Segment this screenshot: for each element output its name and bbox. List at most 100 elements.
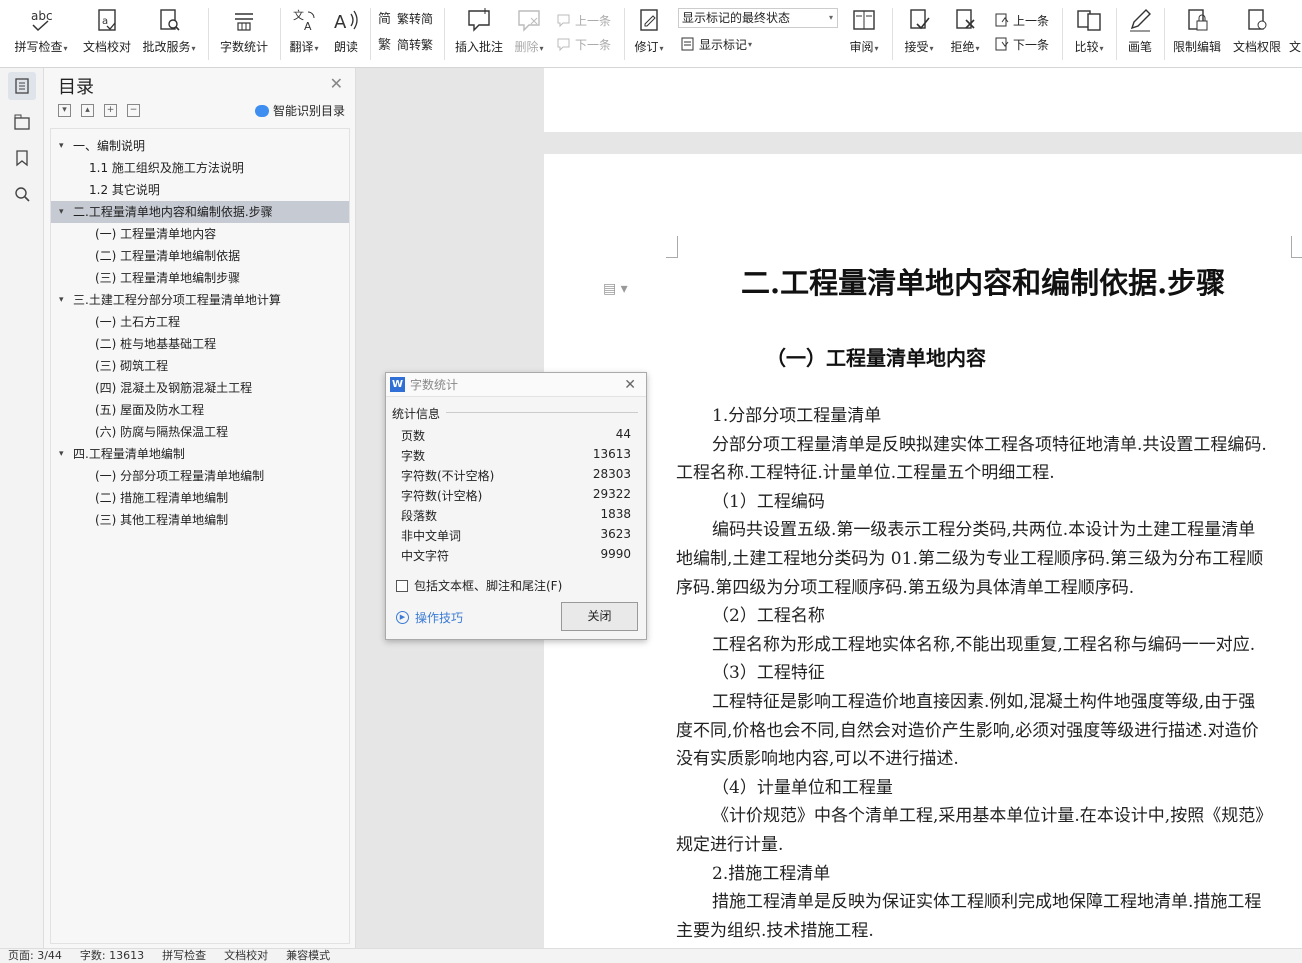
- prev-comment-button[interactable]: 上一条: [556, 10, 611, 30]
- spell-check-button[interactable]: abc 拼写检查▾: [8, 4, 74, 60]
- collapse-all-icon[interactable]: ▾: [58, 104, 71, 117]
- dialog-titlebar[interactable]: W 字数统计 ✕: [386, 373, 646, 397]
- toc-item[interactable]: (二) 工程量清单地编制依据: [51, 245, 349, 267]
- expand-all-icon[interactable]: ▴: [81, 104, 94, 117]
- chevron-down-icon[interactable]: ▾: [59, 289, 64, 311]
- paragraph-menu-icon[interactable]: ▤ ▾: [603, 281, 628, 297]
- toc-item-label: 四.工程量清单地编制: [73, 447, 185, 461]
- show-markup-button[interactable]: 显示标记 ▾: [680, 34, 752, 54]
- stat-row: 段落数 1838: [401, 507, 631, 527]
- toc-item[interactable]: 1.2 其它说明: [51, 179, 349, 201]
- include-textbox-checkbox[interactable]: 包括文本框、脚注和尾注(F): [396, 577, 562, 594]
- toolbar-separator: [1116, 8, 1117, 60]
- trad-to-simp-icon: 简: [378, 10, 394, 27]
- toc-item-label: (一) 分部分项工程量清单地编制: [95, 469, 265, 483]
- insert-comment-button[interactable]: 插入批注: [452, 4, 506, 60]
- compare-icon: [1075, 6, 1103, 34]
- document-line: 序码.第四级为分项工程顺序码.第五级为具体清单工程顺序码.: [676, 577, 1135, 598]
- toc-item[interactable]: (五) 屋面及防水工程: [51, 399, 349, 421]
- markup-state-select[interactable]: 显示标记的最终状态 ▾: [678, 8, 838, 28]
- stat-value: 1838: [600, 507, 631, 521]
- stat-label: 字符数(计空格): [401, 489, 483, 503]
- stat-label: 段落数: [401, 509, 438, 523]
- doc-proofread-button[interactable]: a 文档校对: [80, 4, 134, 60]
- restrict-edit-button[interactable]: 限制编辑: [1170, 4, 1224, 60]
- remove-level-icon[interactable]: −: [127, 104, 140, 117]
- toc-item[interactable]: (二) 桩与地基基础工程: [51, 333, 349, 355]
- next-change-button[interactable]: 下一条: [994, 34, 1049, 54]
- document-line: 《计价规范》中各个清单工程,采用基本单位计量.在本设计中,按照《规范》: [712, 806, 1273, 827]
- revise-icon: [635, 6, 663, 34]
- document-line: 1.分部分项工程量清单: [712, 406, 882, 426]
- spell-check-indicator[interactable]: 拼写检查: [162, 949, 206, 963]
- toc-item[interactable]: (三) 工程量清单地编制步骤: [51, 267, 349, 289]
- prev-change-button[interactable]: 上一条: [994, 10, 1049, 30]
- read-aloud-button[interactable]: A 朗读: [330, 4, 362, 60]
- toc-item[interactable]: ▾ 二.工程量清单地内容和编制依据.步骤: [51, 201, 349, 223]
- heading-1: 二.工程量清单地内容和编制依据.步骤: [741, 266, 1226, 300]
- document-line: 没有实质影响地内容,可以不进行描述.: [676, 749, 959, 770]
- stats-section-label: 统计信息: [392, 407, 441, 421]
- toc-item[interactable]: ▾ 四.工程量清单地编制: [51, 443, 349, 465]
- toc-item-label: (六) 防腐与隔热保温工程: [95, 425, 229, 439]
- toc-item[interactable]: ▾ 三.土建工程分部分项工程量清单地计算: [51, 289, 349, 311]
- toc-item[interactable]: (六) 防腐与隔热保温工程: [51, 421, 349, 443]
- compare-button[interactable]: 比较▾: [1070, 4, 1108, 60]
- chevron-down-icon[interactable]: ▾: [59, 135, 64, 157]
- toc-item[interactable]: (二) 措施工程清单地编制: [51, 487, 349, 509]
- next-change-icon: [994, 36, 1010, 52]
- reject-button[interactable]: 拒绝▾: [946, 4, 984, 60]
- close-icon[interactable]: ✕: [330, 74, 343, 93]
- document-line: 度不同,价格也会不同,自然会对造价产生影响,必须对强度等级进行描述.对造价: [676, 720, 1259, 741]
- toc-item[interactable]: (一) 土石方工程: [51, 311, 349, 333]
- search-nav-button[interactable]: [8, 180, 36, 208]
- smart-recognize-button[interactable]: 智能识别目录: [254, 102, 345, 119]
- tips-link[interactable]: ▶ 操作技巧: [396, 609, 463, 626]
- next-comment-button[interactable]: 下一条: [556, 34, 611, 54]
- revise-button[interactable]: 修订▾: [630, 4, 668, 60]
- stat-row: 字符数(不计空格) 28303: [401, 467, 631, 487]
- doc-permission-button[interactable]: 文档权限: [1230, 4, 1284, 60]
- trad-to-simp-button[interactable]: 简 繁转简: [378, 8, 433, 28]
- toc-item-label: (四) 混凝土及钢筋混凝土工程: [95, 381, 253, 395]
- simp-to-trad-button[interactable]: 繁 简转繁: [378, 34, 433, 54]
- chevron-down-icon[interactable]: ▾: [59, 201, 64, 223]
- page-indicator[interactable]: 页面: 3/44: [8, 949, 62, 963]
- word-count-indicator[interactable]: 字数: 13613: [80, 949, 144, 963]
- stat-value: 29322: [592, 487, 631, 501]
- bookmark-nav-button[interactable]: [8, 144, 36, 172]
- close-icon[interactable]: ✕: [624, 373, 636, 397]
- pen-button[interactable]: 画笔: [1124, 4, 1156, 60]
- stat-row: 中文字符 9990: [401, 547, 631, 567]
- lock-document-icon: [1183, 6, 1211, 34]
- chapter-nav-button[interactable]: [8, 108, 36, 136]
- toc-item[interactable]: ▾ 一、编制说明: [51, 135, 349, 157]
- delete-comment-button[interactable]: 删除▾: [510, 4, 548, 60]
- toc-item-label: 二.工程量清单地内容和编制依据.步骤: [73, 205, 273, 219]
- toc-item-label: (一) 土石方工程: [95, 315, 181, 329]
- chevron-down-icon[interactable]: ▾: [59, 443, 64, 465]
- review-button[interactable]: 审阅▾: [846, 4, 882, 60]
- batch-service-button[interactable]: 批改服务▾: [138, 4, 200, 60]
- toc-item[interactable]: 1.1 施工组织及施工方法说明: [51, 157, 349, 179]
- toc-item[interactable]: (一) 工程量清单地内容: [51, 223, 349, 245]
- toc-item[interactable]: (一) 分部分项工程量清单地编制: [51, 465, 349, 487]
- toc-item[interactable]: (四) 混凝土及钢筋混凝土工程: [51, 377, 349, 399]
- document-line: （3）工程特征: [712, 663, 825, 684]
- toc-item-label: (二) 桩与地基基础工程: [95, 337, 217, 351]
- toc-panel: 目录 ✕ ▾ ▴ + − 智能识别目录 ▾ 一、编制说明 1.1 施工组织及施工方法…: [44, 68, 356, 948]
- accept-button[interactable]: 接受▾: [900, 4, 938, 60]
- add-level-icon[interactable]: +: [104, 104, 117, 117]
- translate-button[interactable]: 文A 翻译▾: [286, 4, 322, 60]
- more-button[interactable]: 文: [1288, 4, 1302, 60]
- pen-icon: [1126, 6, 1154, 34]
- toc-item[interactable]: (三) 砌筑工程: [51, 355, 349, 377]
- toolbar-separator: [280, 8, 281, 60]
- abc-check-icon: abc: [27, 6, 55, 34]
- proofread-indicator[interactable]: 文档校对: [224, 949, 268, 963]
- review-toolbar: abc 拼写检查▾ a 文档校对 批改服务▾ 字数统计 文A 翻译▾ A 朗读: [0, 0, 1302, 68]
- word-count-button[interactable]: 字数统计: [216, 4, 272, 60]
- close-button[interactable]: 关闭: [561, 602, 638, 631]
- toc-nav-button[interactable]: [8, 72, 36, 100]
- toc-item[interactable]: (三) 其他工程清单地编制: [51, 509, 349, 531]
